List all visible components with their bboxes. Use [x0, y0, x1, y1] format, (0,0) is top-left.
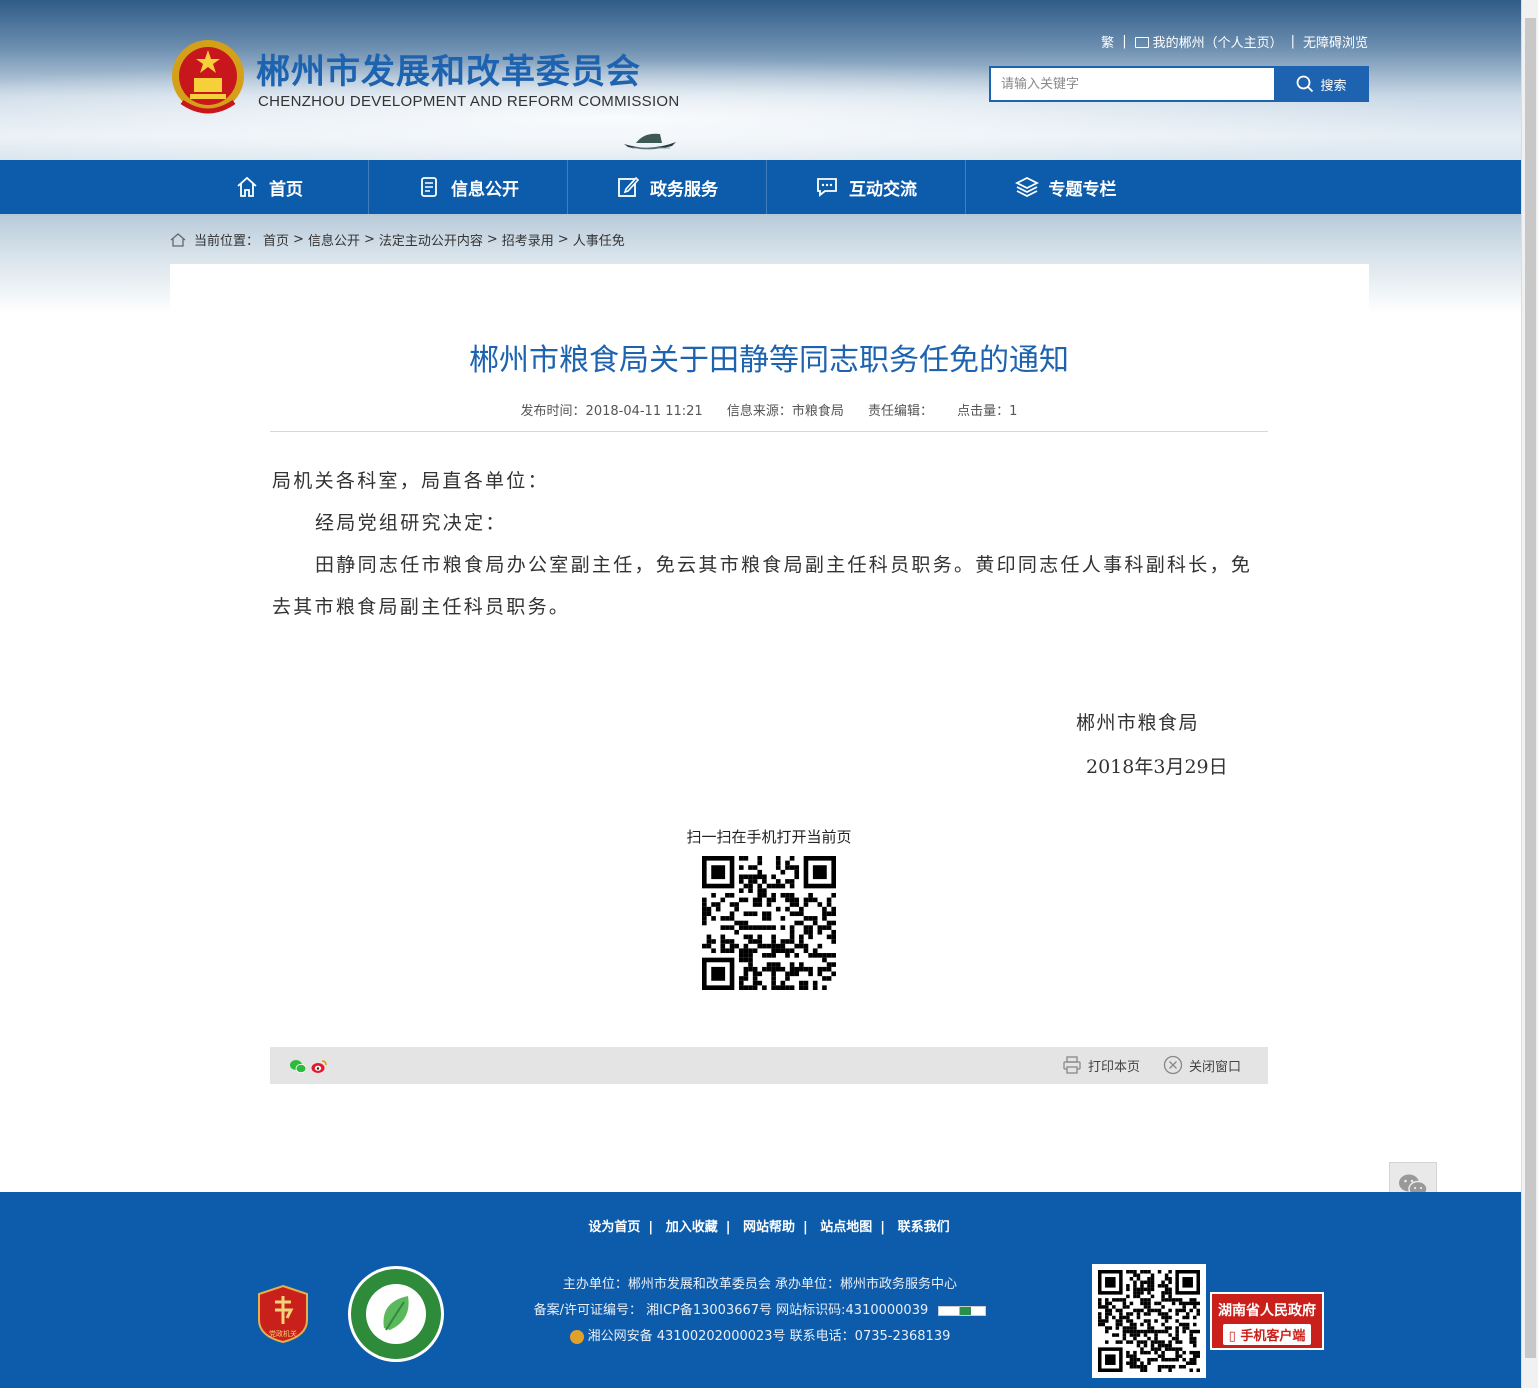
breadcrumb-item-appointments[interactable]: 人事任免: [573, 230, 625, 249]
breadcrumb: 当前位置： 首页 > 信息公开 > 法定主动公开内容 > 招考录用 > 人事任免: [170, 230, 625, 249]
footer-link-set-home[interactable]: 设为首页: [588, 1220, 640, 1235]
monitor-icon: [1134, 37, 1149, 48]
breadcrumb-separator: >: [557, 232, 569, 247]
app-qr-code: [1092, 1264, 1206, 1378]
app-badge-subtitle-text: 手机客户端: [1240, 1329, 1306, 1344]
police-badge-icon: [569, 1329, 584, 1344]
search-button-label: 搜索: [1320, 78, 1347, 94]
printer-icon: [1063, 1056, 1081, 1074]
edit-icon: [618, 176, 640, 197]
footer-icp-text: 备案/许可证编号： 湘ICP备13003667号 网站标识码:431000003…: [533, 1303, 929, 1318]
footer-link-sitemap[interactable]: 站点地图: [820, 1220, 872, 1235]
breadcrumb-item-statutory[interactable]: 法定主动公开内容: [379, 230, 483, 249]
national-emblem-icon: [172, 40, 244, 114]
nav-item-interaction[interactable]: 互动交流: [767, 160, 966, 214]
publish-time: 发布时间：2018-04-11 11:21: [520, 404, 703, 419]
scrollbar-thumb[interactable]: [1525, 18, 1536, 1358]
breadcrumb-separator: >: [363, 232, 375, 247]
page-qr-code: [702, 856, 836, 990]
article-toolbar: 打印本页 关闭窗口: [270, 1047, 1268, 1084]
print-page-button[interactable]: 打印本页: [1062, 1055, 1140, 1075]
search-icon: [1297, 75, 1314, 93]
hunan-gov-app-badge[interactable]: 湖南省人民政府 ▯ 手机客户端: [1210, 1292, 1324, 1350]
footer-links: 设为首页 | 加入收藏 | 网站帮助 | 站点地图 | 联系我们: [588, 1220, 950, 1235]
nav-item-special-topics[interactable]: 专题专栏: [966, 160, 1165, 214]
page-scrollbar[interactable]: [1521, 0, 1538, 1388]
site-subtitle: CHENZHOU DEVELOPMENT AND REFORM COMMISSI…: [258, 93, 680, 110]
wechat-share-icon[interactable]: [290, 1059, 306, 1074]
print-label: 打印本页: [1088, 1059, 1141, 1075]
nav-item-label: 专题专栏: [1048, 179, 1117, 200]
qr-code-icon: [1098, 1270, 1200, 1372]
search-button[interactable]: 搜索: [1274, 66, 1369, 102]
chat-icon: [817, 178, 837, 197]
footer-host: 主办单位：郴州市发展和改革委员会 承办单位：郴州市政务服务中心: [562, 1277, 958, 1292]
footer-police-text: 湘公网安备 43100202000023号 联系电话：0735-2368139: [587, 1329, 951, 1344]
nav-item-label: 政务服务: [650, 179, 718, 200]
signature-date: 2018年3月29日: [1086, 756, 1228, 778]
info-source: 信息来源：市粮食局: [726, 404, 844, 419]
my-chenzhou-label: 我的郴州（个人主页）: [1152, 36, 1283, 51]
meta-divider: [270, 431, 1268, 432]
app-badge-title: 湖南省人民政府: [1218, 1303, 1316, 1319]
breadcrumb-item-home[interactable]: 首页: [263, 230, 289, 249]
top-links: 繁 | 我的郴州（个人主页） | 无障碍浏览: [1101, 32, 1368, 51]
traditional-chinese-link[interactable]: 繁: [1101, 32, 1114, 51]
accessibility-link[interactable]: 无障碍浏览: [1303, 32, 1368, 51]
close-window-button[interactable]: 关闭窗口: [1163, 1055, 1241, 1075]
signature-org: 郴州市粮食局: [1076, 712, 1200, 734]
nav-item-label: 信息公开: [451, 179, 519, 200]
my-chenzhou-link[interactable]: 我的郴州（个人主页）: [1134, 32, 1283, 51]
article-title: 郴州市粮食局关于田静等同志职务任免的通知: [469, 343, 1069, 378]
home-icon: [237, 176, 257, 197]
click-count: 点击量：1: [957, 404, 1018, 419]
close-icon: [1163, 1055, 1183, 1075]
footer-icp: 备案/许可证编号： 湘ICP备13003667号 网站标识码:431000003…: [480, 1298, 1040, 1324]
party-badge-label: 党政机关: [269, 1329, 297, 1338]
article-meta: 发布时间：2018-04-11 11:21 信息来源：市粮食局 责任编辑： 点击…: [270, 400, 1268, 419]
responsible-editor: 责任编辑：: [868, 404, 934, 419]
breadcrumb-separator: >: [293, 232, 304, 247]
close-label: 关闭窗口: [1189, 1059, 1242, 1075]
footer-link-bookmark[interactable]: 加入收藏: [666, 1220, 718, 1235]
layers-icon: [1014, 176, 1039, 198]
footer: 设为首页 | 加入收藏 | 网站帮助 | 站点地图 | 联系我们 党政机关 主办单位：郴…: [0, 1192, 1538, 1388]
footer-police: 湘公网安备 43100202000023号 联系电话：0735-2368139: [480, 1324, 1040, 1350]
nav-item-home[interactable]: 首页: [170, 160, 369, 214]
breadcrumb-separator: >: [486, 232, 498, 247]
article-body: 局机关各科室，局直各单位： 经局党组研究决定： 田静同志任市粮食局办公室副主任，…: [272, 460, 1268, 628]
search-input[interactable]: [989, 66, 1274, 102]
document-icon: [421, 177, 437, 197]
home-icon: [170, 232, 186, 247]
nav-item-gov-service[interactable]: 政务服务: [568, 160, 767, 214]
footer-link-help[interactable]: 网站帮助: [743, 1220, 795, 1235]
civil-website-badge-icon[interactable]: [346, 1264, 446, 1364]
main-nav: 首页 信息公开 政务服务 互动交流 专题专栏: [0, 160, 1538, 214]
article-paragraph: 局机关各科室，局直各单位：: [272, 470, 549, 492]
article-paragraph: 田静同志任市粮食局办公室副主任，免云其市粮食局副主任科员职务。黄印同志任人事科副…: [272, 554, 1253, 618]
weibo-share-icon[interactable]: [311, 1059, 327, 1074]
qr-caption: 扫一扫在手机打开当前页: [686, 828, 852, 846]
nav-item-label: 互动交流: [849, 179, 917, 200]
boat-illustration: [624, 133, 676, 150]
breadcrumb-item-info-public[interactable]: 信息公开: [308, 230, 360, 249]
party-gov-badge-icon[interactable]: 党政机关: [257, 1284, 309, 1344]
top-link-separator: |: [1122, 34, 1127, 49]
footer-link-contact[interactable]: 联系我们: [898, 1220, 950, 1235]
footer-info: 主办单位：郴州市发展和改革委员会 承办单位：郴州市政务服务中心 备案/许可证编号…: [480, 1272, 1040, 1350]
top-link-separator: |: [1290, 34, 1295, 49]
search-box: 搜索: [989, 66, 1369, 102]
breadcrumb-prefix: 当前位置：: [194, 234, 260, 249]
breadcrumb-item-recruitment[interactable]: 招考录用: [502, 230, 554, 249]
site-title: 郴州市发展和改革委员会: [256, 52, 641, 92]
article-paragraph: 经局党组研究决定：: [315, 512, 507, 534]
nav-item-info-public[interactable]: 信息公开: [369, 160, 568, 214]
app-badge-subtitle: ▯ 手机客户端: [1222, 1324, 1312, 1345]
cnzz-badge-icon[interactable]: [938, 1305, 987, 1316]
nav-item-label: 首页: [269, 179, 303, 200]
